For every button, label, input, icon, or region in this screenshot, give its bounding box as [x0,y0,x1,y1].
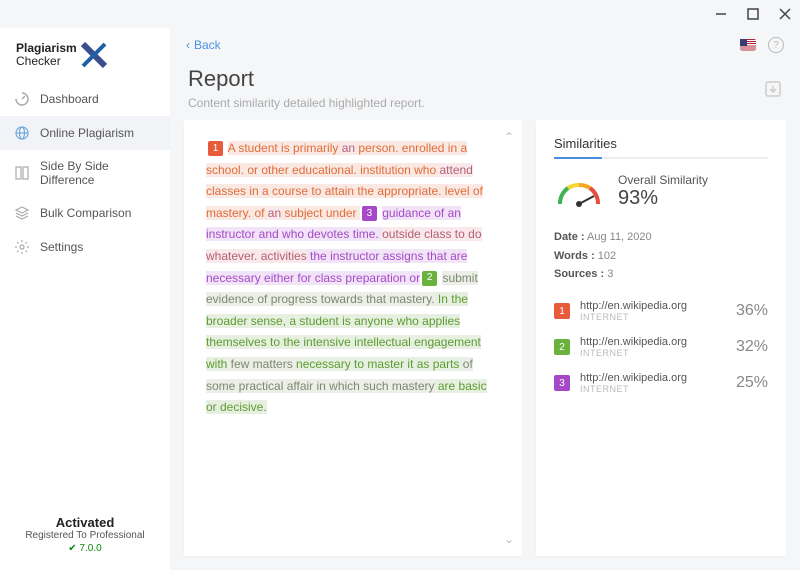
side-by-side-icon [14,165,30,181]
close-button[interactable] [778,7,792,21]
source-tag: INTERNET [580,384,726,394]
source-info: http://en.wikipedia.orgINTERNET [580,300,726,322]
similarities-panel: Similarities Overall Similarity 93% Date… [536,120,786,556]
scroll-down-icon[interactable]: ⌄ [504,532,514,546]
sidebar-footer: Activated Registered To Professional ✔ 7… [0,515,170,554]
report-text-panel: 1 A student is primarily an person. enro… [184,120,522,556]
highlighted-segment: necessary to master it as parts [296,357,463,371]
registered-label: Registered To Professional [10,530,160,541]
sidebar-item-online-plagiarism[interactable]: Online Plagiarism [0,116,170,150]
logo: Plagiarism Checker [0,36,170,82]
activated-label: Activated [10,515,160,530]
highlighted-text: 1 A student is primarily an person. enro… [206,138,496,419]
source-url: http://en.wikipedia.org [580,300,726,312]
sidebar-item-label: Online Plagiarism [40,126,134,140]
source-tag: INTERNET [580,348,726,358]
source-badge[interactable]: 3 [362,206,377,221]
source-url: http://en.wikipedia.org [580,372,726,384]
window-titlebar [0,0,800,28]
app-body: Plagiarism Checker Dashboard Online Plag… [0,28,800,570]
source-badge[interactable]: 1 [208,141,223,156]
content: 1 A student is primarily an person. enro… [170,120,800,570]
highlighted-segment: subject under [281,206,360,220]
sidebar-item-label: Dashboard [40,92,99,106]
source-percentage: 36% [736,302,768,320]
page-title: Report [188,66,425,92]
page-subtitle: Content similarity detailed highlighted … [188,96,425,110]
highlighted-segment: few matters [227,357,296,371]
highlighted-segment: A student is primarily [228,141,342,155]
header: Report Content similarity detailed highl… [170,62,800,120]
source-item[interactable]: 3 http://en.wikipedia.orgINTERNET 25% [554,372,768,394]
sidebar-item-label: Settings [40,240,83,254]
export-icon[interactable] [764,80,782,98]
version-label: ✔ 7.0.0 [10,543,160,554]
main: ‹ Back ? Report Content similarity detai… [170,28,800,570]
title-underline [554,157,768,159]
source-item[interactable]: 1 http://en.wikipedia.orgINTERNET 36% [554,300,768,322]
overall-label: Overall Similarity [618,173,708,187]
overall-similarity: Overall Similarity 93% [554,173,768,210]
nav: Dashboard Online Plagiarism Side By Side… [0,82,170,264]
overall-percentage: 93% [618,187,708,210]
help-icon[interactable]: ? [768,37,784,53]
scroll-indicator: ⌃ ⌄ [504,130,514,546]
back-button[interactable]: ‹ Back [186,38,221,52]
source-number-badge: 3 [554,375,570,391]
source-badge[interactable]: 2 [422,271,437,286]
sidebar-item-side-by-side[interactable]: Side By Side Difference [0,150,170,196]
gauge-icon [554,174,604,210]
sidebar: Plagiarism Checker Dashboard Online Plag… [0,28,170,570]
globe-icon [14,125,30,141]
highlighted-segment: an [268,206,281,220]
sources-list: 1http://en.wikipedia.orgINTERNET36%2http… [554,300,768,394]
gear-icon [14,239,30,255]
sidebar-item-settings[interactable]: Settings [0,230,170,264]
source-item[interactable]: 2 http://en.wikipedia.orgINTERNET 32% [554,336,768,358]
logo-text: Plagiarism Checker [16,42,77,68]
topbar: ‹ Back ? [170,28,800,62]
scroll-up-icon[interactable]: ⌃ [504,130,514,144]
highlighted-segment: an [342,141,355,155]
source-info: http://en.wikipedia.orgINTERNET [580,336,726,358]
dashboard-icon [14,91,30,107]
similarities-title: Similarities [554,136,768,157]
source-info: http://en.wikipedia.orgINTERNET [580,372,726,394]
highlighted-segment: attend [439,163,472,177]
minimize-button[interactable] [714,7,728,21]
report-meta: Date : Aug 11, 2020 Words : 102 Sources … [554,228,768,284]
source-tag: INTERNET [580,312,726,322]
sidebar-item-bulk-comparison[interactable]: Bulk Comparison [0,196,170,230]
sidebar-item-dashboard[interactable]: Dashboard [0,82,170,116]
source-number-badge: 2 [554,339,570,355]
sidebar-item-label: Bulk Comparison [40,206,131,220]
source-percentage: 32% [736,338,768,356]
source-percentage: 25% [736,374,768,392]
source-number-badge: 1 [554,303,570,319]
bulk-icon [14,205,30,221]
source-url: http://en.wikipedia.org [580,336,726,348]
maximize-button[interactable] [746,7,760,21]
language-flag-icon[interactable] [740,39,756,51]
logo-x-icon [81,42,107,68]
sidebar-item-label: Side By Side Difference [40,159,156,187]
